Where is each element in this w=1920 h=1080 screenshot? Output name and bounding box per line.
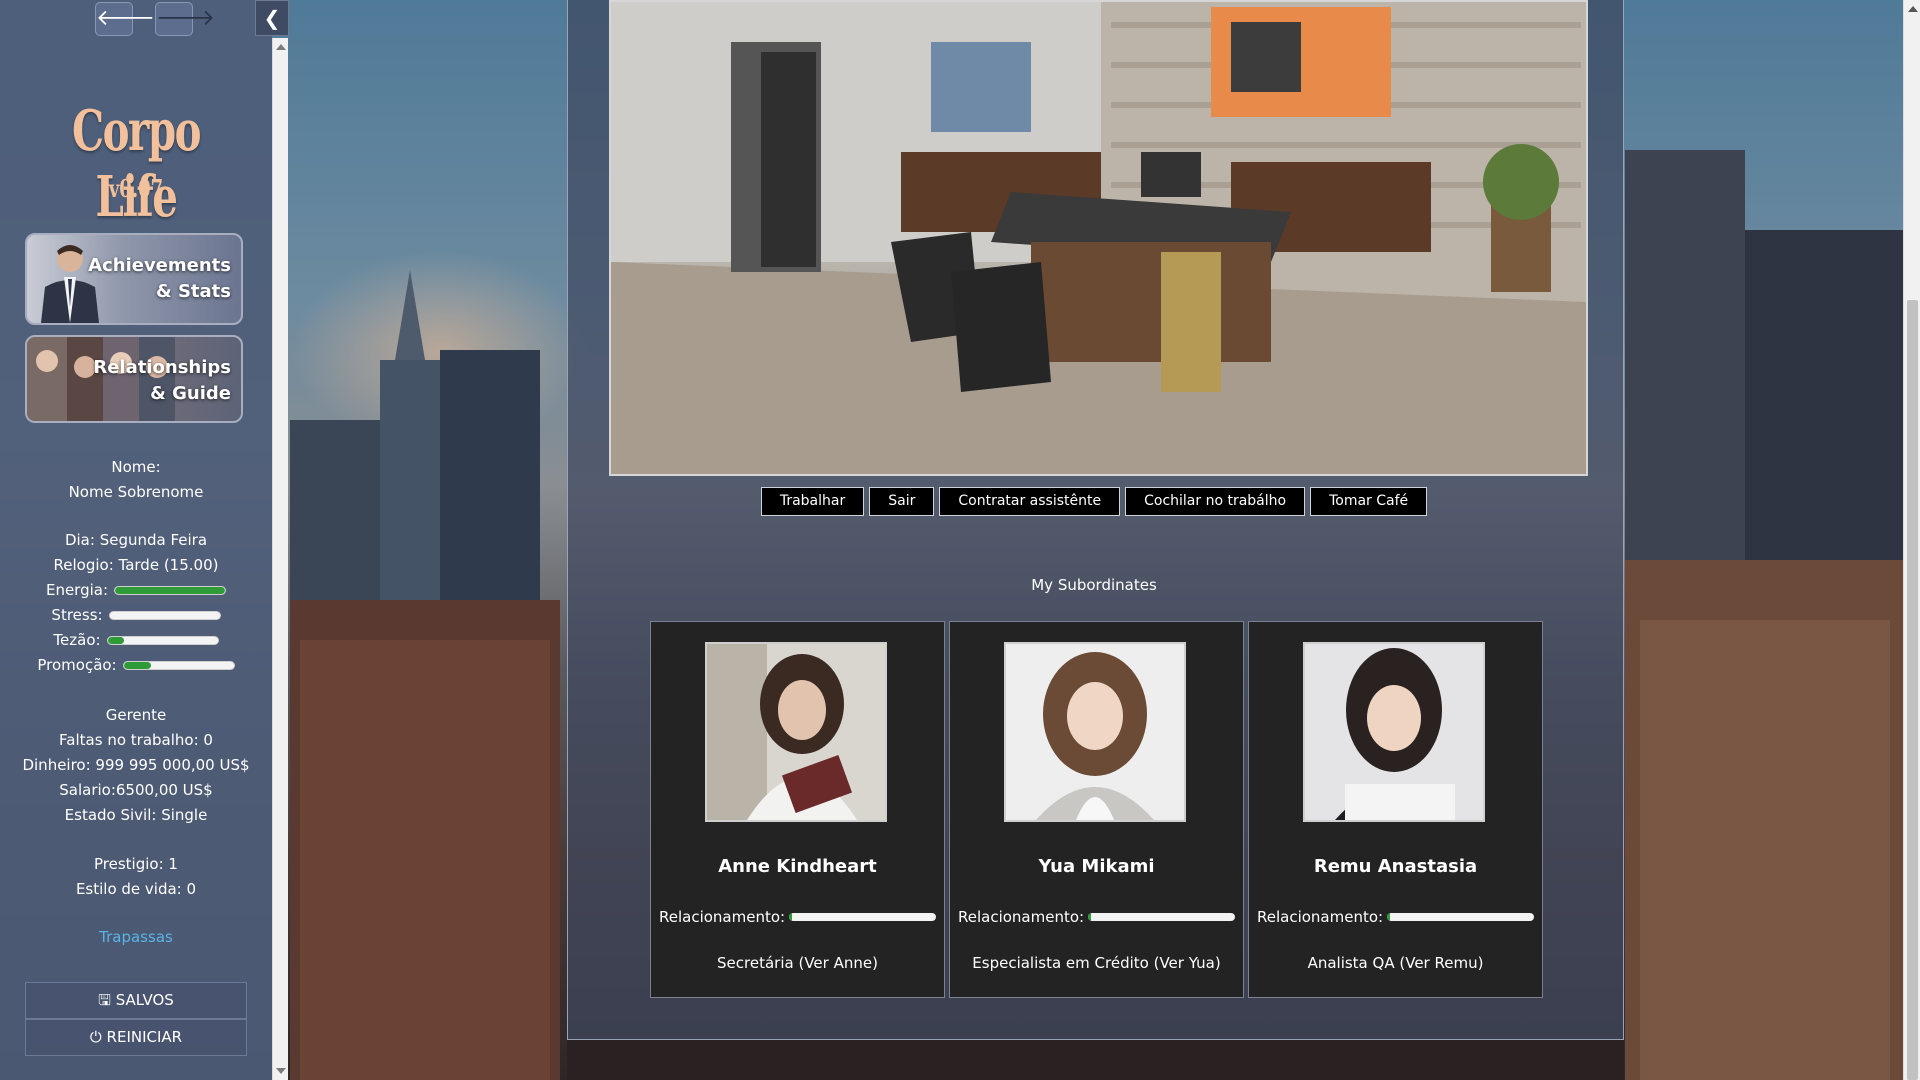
player-stats-block: Dia: Segunda Feira Relogio: Tarde (15.00…: [0, 528, 272, 678]
office-illustration: [611, 2, 1586, 474]
civil-status-text: Estado Sivil: Single: [64, 806, 208, 824]
promotion-label: Promoção:: [37, 656, 117, 674]
promotion-meter: [122, 661, 235, 670]
prestige-block: Prestigio: 1 Estilo de vida: 0: [0, 852, 272, 902]
subordinate-role: Analista QA: [1307, 954, 1395, 972]
subordinate-role-line: Especialista em Crédito (Ver Yua): [950, 954, 1243, 972]
yua-portrait: [1004, 642, 1186, 822]
yua-photo: [1006, 644, 1184, 820]
view-yua-link[interactable]: (Ver Yua): [1154, 954, 1221, 972]
arrow-right-icon: 🡒: [156, 6, 215, 31]
anne-photo: [707, 644, 885, 820]
promotion-meter-row: Promoção:: [0, 653, 272, 678]
stress-label: Stress:: [51, 606, 103, 624]
relationship-row: Relacionamento:: [1257, 908, 1534, 926]
sidebar-scrollbar[interactable]: [272, 38, 288, 1080]
stress-meter-row: Stress:: [0, 603, 272, 628]
relationship-bar: [789, 913, 936, 921]
subordinate-card-remu: Remu Anastasia Relacionamento: Analista …: [1248, 621, 1543, 998]
achievements-label: Achievements & Stats: [88, 253, 231, 305]
relationship-bar: [1387, 913, 1534, 921]
relationship-bar: [1088, 913, 1235, 921]
relationships-line-1: Relationships: [93, 357, 231, 378]
relationship-label: Relacionamento:: [1257, 908, 1384, 926]
job-position: Gerente: [105, 706, 167, 724]
scrollbar-thumb[interactable]: [1907, 300, 1918, 1080]
arrow-left-icon: 🡐: [96, 6, 155, 31]
relationship-label: Relacionamento:: [659, 908, 786, 926]
lifestyle-text: Estilo de vida: 0: [75, 880, 197, 898]
subordinate-card-anne: Anne Kindheart Relacionamento: Secretári…: [650, 621, 945, 998]
hire-assistant-button[interactable]: Contratar assistênte: [939, 487, 1121, 516]
scroll-up-icon[interactable]: [276, 44, 286, 50]
action-bar: Trabalhar Sair Contratar assistênte Coch…: [0, 487, 1920, 516]
nap-at-work-button[interactable]: Cochilar no trabálho: [1125, 487, 1306, 516]
day-text: Dia: Segunda Feira: [64, 531, 208, 549]
view-remu-link[interactable]: (Ver Remu): [1399, 954, 1483, 972]
career-block: Gerente Faltas no trabalho: 0 Dinheiro: …: [0, 703, 272, 828]
relationship-row: Relacionamento:: [659, 908, 936, 926]
relationships-guide-button[interactable]: Relationships & Guide: [25, 335, 243, 423]
restart-label: REINICIAR: [106, 1028, 183, 1046]
remu-photo: [1305, 644, 1483, 820]
tezao-meter: [106, 636, 219, 645]
collapse-sidebar-button[interactable]: ❮: [255, 0, 289, 36]
relationship-row: Relacionamento:: [958, 908, 1235, 926]
salary-text: Salario:6500,00 US$: [59, 781, 213, 799]
subordinate-name: Yua Mikami: [1038, 856, 1155, 877]
sidebar: 🡐 🡒 Corpo Life v0.07 Achievements & Stat…: [0, 0, 272, 1080]
stress-meter: [108, 611, 221, 620]
chevron-left-icon: ❮: [263, 6, 281, 30]
back-button[interactable]: 🡐: [95, 2, 155, 36]
subordinate-role: Secretária: [717, 954, 794, 972]
relationships-label: Relationships & Guide: [93, 355, 231, 407]
achievements-line-2: & Stats: [156, 281, 231, 302]
view-anne-link[interactable]: (Ver Anne): [798, 954, 877, 972]
achievements-line-1: Achievements: [88, 255, 231, 276]
scroll-up-icon[interactable]: [1908, 6, 1918, 12]
saves-button[interactable]: 🖫 SALVOS: [25, 982, 247, 1019]
floppy-disk-icon: 🖫: [98, 991, 111, 1009]
drink-coffee-button[interactable]: Tomar Café: [1310, 487, 1428, 516]
restart-button[interactable]: ⏻ REINICIAR: [25, 1019, 247, 1056]
money-text: Dinheiro: 999 995 000,00 US$: [22, 756, 250, 774]
subordinate-name: Anne Kindheart: [718, 856, 877, 877]
absences-text: Faltas no trabalho: 0: [59, 731, 213, 749]
subordinate-role-line: Secretária (Ver Anne): [651, 954, 944, 972]
game-version: v0.07: [108, 174, 164, 203]
name-label: Nome:: [111, 458, 161, 476]
achievements-stats-button[interactable]: Achievements & Stats: [25, 233, 243, 325]
game-title: Corpo Life: [71, 98, 202, 230]
cheats-link[interactable]: Trapassas: [99, 928, 173, 946]
clock-text: Relogio: Tarde (15.00): [53, 556, 219, 574]
tezao-meter-row: Tezão:: [0, 628, 272, 653]
office-scene-image: [609, 0, 1588, 476]
subordinate-role: Especialista em Crédito: [972, 954, 1149, 972]
scroll-down-icon[interactable]: [276, 1068, 286, 1074]
forward-button[interactable]: 🡒: [155, 2, 215, 36]
leave-button[interactable]: Sair: [869, 487, 935, 516]
prestige-text: Prestigio: 1: [94, 855, 178, 873]
relationships-line-2: & Guide: [150, 383, 231, 404]
power-icon: ⏻: [89, 1028, 102, 1046]
work-button[interactable]: Trabalhar: [760, 487, 865, 516]
subordinates-title: My Subordinates: [1031, 576, 1157, 594]
page-scrollbar[interactable]: [1903, 0, 1920, 1080]
subordinate-name: Remu Anastasia: [1313, 856, 1478, 877]
subordinate-card-yua: Yua Mikami Relacionamento: Especialista …: [949, 621, 1244, 998]
remu-portrait: [1303, 642, 1485, 822]
tezao-label: Tezão:: [53, 631, 101, 649]
cheats-block: Trapassas: [0, 925, 272, 950]
saves-label: SALVOS: [115, 991, 174, 1009]
anne-portrait: [705, 642, 887, 822]
relationship-label: Relacionamento:: [958, 908, 1085, 926]
subordinate-role-line: Analista QA (Ver Remu): [1249, 954, 1542, 972]
